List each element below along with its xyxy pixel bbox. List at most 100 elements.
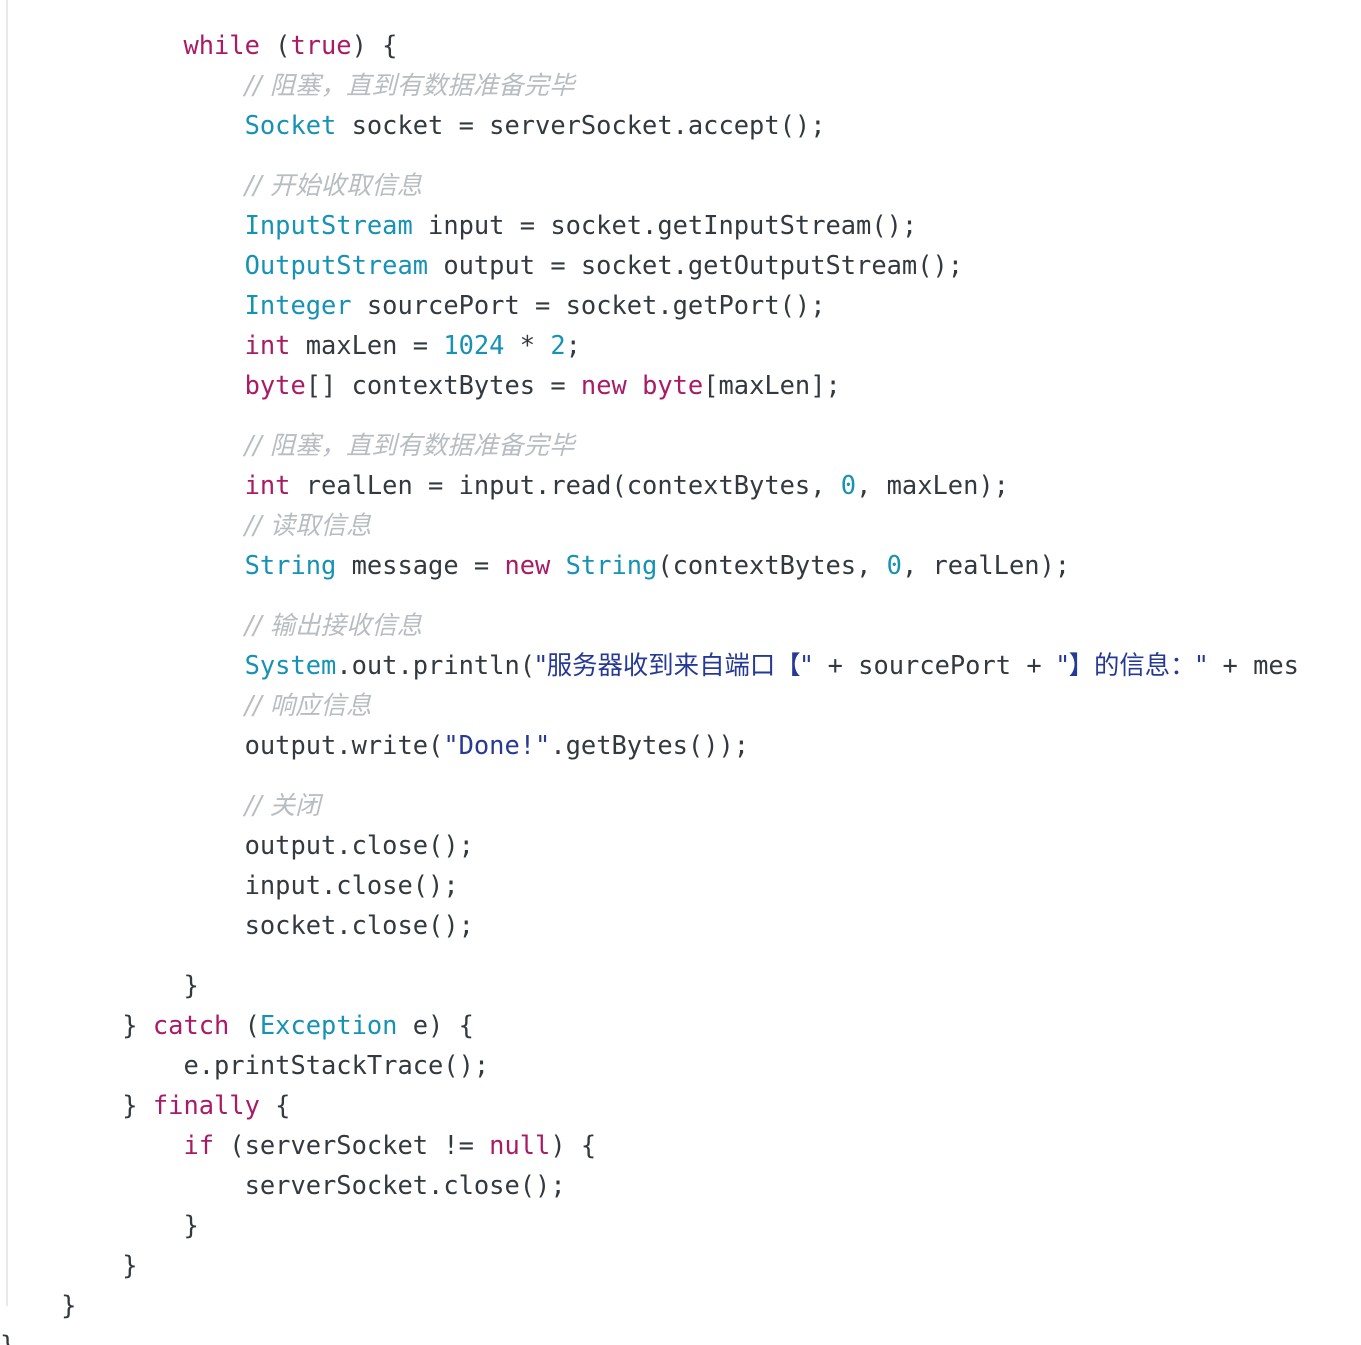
code-line: // 响应信息 [0,685,1361,725]
code-snippet-block: while (true) { // 阻塞，直到有数据准备完毕 Socket so… [0,0,1361,1345]
code-token-cmt: // 读取信息 [244,510,372,541]
code-token-plain: e.printStackTrace(); [183,1050,490,1081]
code-token-cmt: // 阻塞，直到有数据准备完毕 [244,70,575,101]
code-line: System.out.println("服务器收到来自端口【" + source… [0,645,1361,685]
code-token-plain: maxLen = [290,330,444,361]
code-token-typ: String [244,550,337,581]
code-token-plain: (serverSocket != [214,1130,490,1161]
code-token-typ: String [565,550,658,581]
code-token-plain: (contextBytes, [657,550,887,581]
code-token-plain: sourcePort = socket.getPort(); [351,290,826,321]
code-token-plain: [maxLen]; [703,370,841,401]
code-token-plain: ) { [550,1130,597,1161]
code-token-plain: [] contextBytes = [305,370,581,401]
code-line: int maxLen = 1024 * 2; [0,325,1361,365]
code-line: OutputStream output = socket.getOutputSt… [0,245,1361,285]
code-token-plain: , realLen); [901,550,1071,581]
code-line: output.write("Done!".getBytes()); [0,725,1361,765]
code-token-kw: null [489,1130,551,1161]
code-token-kw: byte [642,370,704,401]
code-token-str: "服务器收到来自端口【" [535,650,813,681]
code-token-plain: serverSocket.close(); [244,1170,566,1201]
code-line: output.close(); [0,825,1361,865]
code-line: if (serverSocket != null) { [0,1125,1361,1165]
code-token-typ: OutputStream [244,250,429,281]
code-token-typ: Integer [244,290,352,321]
code-token-kw: true [290,30,352,61]
code-token-cmt: // 阻塞，直到有数据准备完毕 [244,430,575,461]
code-token-kw: if [183,1130,215,1161]
code-line: Integer sourcePort = socket.getPort(); [0,285,1361,325]
code-line: String message = new String(contextBytes… [0,545,1361,585]
code-line: // 阻塞，直到有数据准备完毕 [0,425,1361,465]
code-line: } catch (Exception e) { [0,1005,1361,1045]
code-token-plain: } [61,1290,77,1321]
code-line: e.printStackTrace(); [0,1045,1361,1085]
code-line: // 阻塞，直到有数据准备完毕 [0,65,1361,105]
code-line: Socket socket = serverSocket.accept(); [0,105,1361,145]
code-token-plain: output.write( [244,730,444,761]
code-token-kw: new [580,370,627,401]
code-token-kw: catch [152,1010,230,1041]
code-token-plain: + mes [1207,650,1299,681]
code-token-kw: while [183,30,260,61]
code-token-typ: System [244,650,337,681]
code-lines-container[interactable]: while (true) { // 阻塞，直到有数据准备完毕 Socket so… [0,25,1361,1345]
code-token-plain: ) { [351,30,398,61]
code-line: } [0,1285,1361,1325]
code-token-plain: message = [336,550,505,581]
code-line: input.close(); [0,865,1361,905]
code-token-plain: input.close(); [244,870,459,901]
code-token-plain: .out.println( [336,650,536,681]
code-line: serverSocket.close(); [0,1165,1361,1205]
code-token-plain: ; [565,330,581,361]
code-token-typ: InputStream [244,210,413,241]
code-token-plain: .getBytes()); [550,730,750,761]
code-token-num: 0 [840,470,857,501]
code-token-plain: e) { [397,1010,474,1041]
code-token-kw: int [244,470,291,501]
code-token-plain: output = socket.getOutputStream(); [428,250,964,281]
code-line: // 关闭 [0,785,1361,825]
code-token-plain: input = socket.getInputStream(); [412,210,918,241]
code-token-plain: { [259,1090,291,1121]
code-line: // 读取信息 [0,505,1361,545]
code-token-str: "】的信息：" [1056,650,1208,681]
code-line: } finally { [0,1085,1361,1125]
code-token-plain: , maxLen); [856,470,1009,501]
code-token-cmt: // 输出接收信息 [244,610,423,641]
code-token-str: "Done!" [443,730,551,761]
code-token-num: 2 [550,330,566,361]
